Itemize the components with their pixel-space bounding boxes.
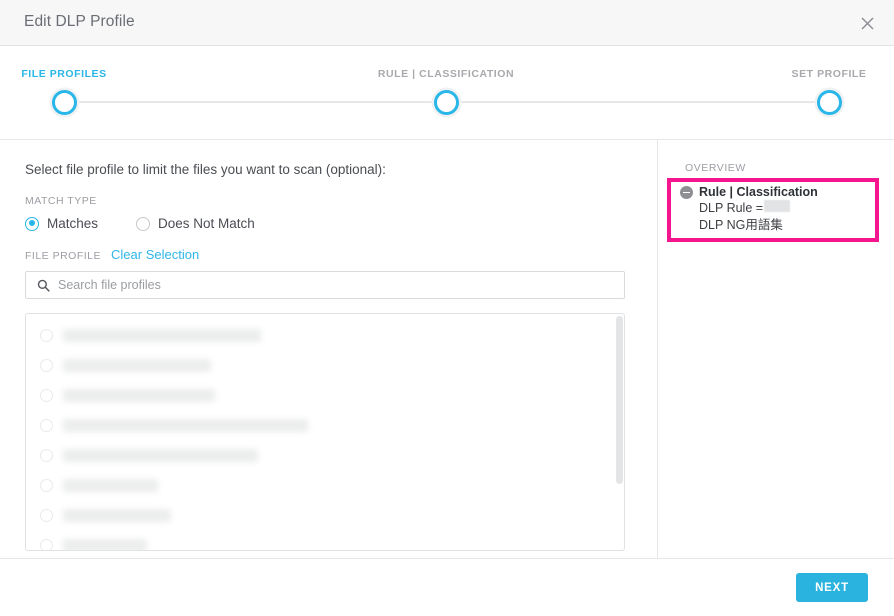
list-item-radio[interactable]: [40, 538, 53, 550]
next-button[interactable]: NEXT: [796, 573, 868, 602]
list-item-redacted-label: [63, 448, 258, 462]
list-item-redacted-label: [63, 508, 171, 522]
list-item-redacted-label: [63, 418, 308, 432]
step-set-profile-label: SET PROFILE: [791, 68, 867, 80]
list-item-redacted-label: [63, 388, 215, 402]
list-item-radio[interactable]: [40, 388, 53, 402]
clear-selection-link[interactable]: Clear Selection: [111, 247, 199, 262]
radio-matches[interactable]: Matches: [25, 216, 98, 231]
overview-detail-redacted-value: [764, 200, 791, 212]
overview-rule-card: Rule | Classification DLP Rule = DLP NG用…: [667, 178, 879, 242]
search-icon: [37, 279, 50, 292]
dialog-footer: NEXT: [0, 559, 894, 616]
radio-matches-label: Matches: [47, 216, 99, 231]
list-item[interactable]: [26, 470, 624, 500]
dialog-titlebar: Edit DLP Profile: [0, 0, 894, 46]
list-item-radio[interactable]: [40, 358, 53, 372]
dialog-body: Select file profile to limit the files y…: [0, 140, 894, 559]
list-item[interactable]: [26, 530, 624, 550]
file-profiles-pane: Select file profile to limit the files y…: [0, 140, 657, 558]
list-item[interactable]: [26, 440, 624, 470]
step-file-profiles-circle[interactable]: [51, 90, 77, 115]
radio-matches-dot: [25, 216, 39, 231]
step-file-profiles[interactable]: FILE PROFILES: [0, 68, 139, 115]
file-profile-list-scrollbar[interactable]: [616, 316, 623, 550]
file-profile-list[interactable]: [25, 313, 625, 551]
search-input[interactable]: [58, 272, 624, 298]
dialog-title: Edit DLP Profile: [24, 13, 135, 30]
overview-card-header: Rule | Classification: [680, 185, 871, 199]
step-set-profile[interactable]: SET PROFILE: [754, 68, 894, 115]
step-rule-classification[interactable]: RULE | CLASSIFICATION: [371, 68, 521, 115]
edit-dlp-profile-dialog: Edit DLP Profile FILE PROFILES RULE | CL…: [0, 0, 894, 616]
list-item-radio[interactable]: [40, 448, 53, 462]
list-item[interactable]: [26, 500, 624, 530]
search-file-profiles-box[interactable]: [25, 271, 625, 299]
list-item-redacted-label: [63, 538, 147, 550]
overview-pane: OVERVIEW Rule | Classification DLP Rule …: [658, 140, 894, 558]
list-item-redacted-label: [63, 358, 211, 372]
overview-detail-suffix: DLP NG用語集: [699, 218, 783, 232]
list-item[interactable]: [26, 320, 624, 350]
list-item[interactable]: [26, 350, 624, 380]
overview-card-title: Rule | Classification: [699, 185, 818, 199]
list-item-redacted-label: [63, 328, 261, 342]
list-item-radio[interactable]: [40, 478, 53, 492]
list-item[interactable]: [26, 380, 624, 410]
list-item-redacted-label: [63, 478, 158, 492]
file-profile-label: FILE PROFILE: [25, 250, 102, 262]
list-item-radio[interactable]: [40, 418, 53, 432]
list-item-radio[interactable]: [40, 328, 53, 342]
list-item[interactable]: [26, 410, 624, 440]
overview-card-detail: DLP Rule = DLP NG用語集: [680, 200, 871, 234]
file-profile-header: FILE PROFILE Clear Selection: [25, 247, 632, 262]
intro-text: Select file profile to limit the files y…: [25, 162, 386, 177]
close-icon[interactable]: [854, 10, 880, 36]
radio-does-not-match-label: Does Not Match: [158, 216, 255, 231]
match-type-label: MATCH TYPE: [25, 195, 97, 207]
step-set-profile-circle[interactable]: [816, 90, 842, 115]
minus-circle-icon[interactable]: [680, 185, 693, 199]
match-type-radio-group: Matches Does Not Match: [25, 216, 632, 231]
overview-detail-prefix: DLP Rule =: [699, 201, 764, 215]
step-file-profiles-label: FILE PROFILES: [21, 68, 107, 80]
step-rule-classification-circle[interactable]: [433, 90, 459, 115]
step-rule-classification-label: RULE | CLASSIFICATION: [377, 68, 515, 80]
file-profile-list-items: [26, 314, 624, 550]
scrollbar-thumb[interactable]: [616, 316, 623, 484]
radio-does-not-match[interactable]: Does Not Match: [136, 216, 255, 231]
overview-label: OVERVIEW: [685, 162, 746, 174]
list-item-radio[interactable]: [40, 508, 53, 522]
radio-does-not-match-dot: [136, 216, 151, 231]
wizard-stepper: FILE PROFILES RULE | CLASSIFICATION SET …: [0, 46, 894, 140]
